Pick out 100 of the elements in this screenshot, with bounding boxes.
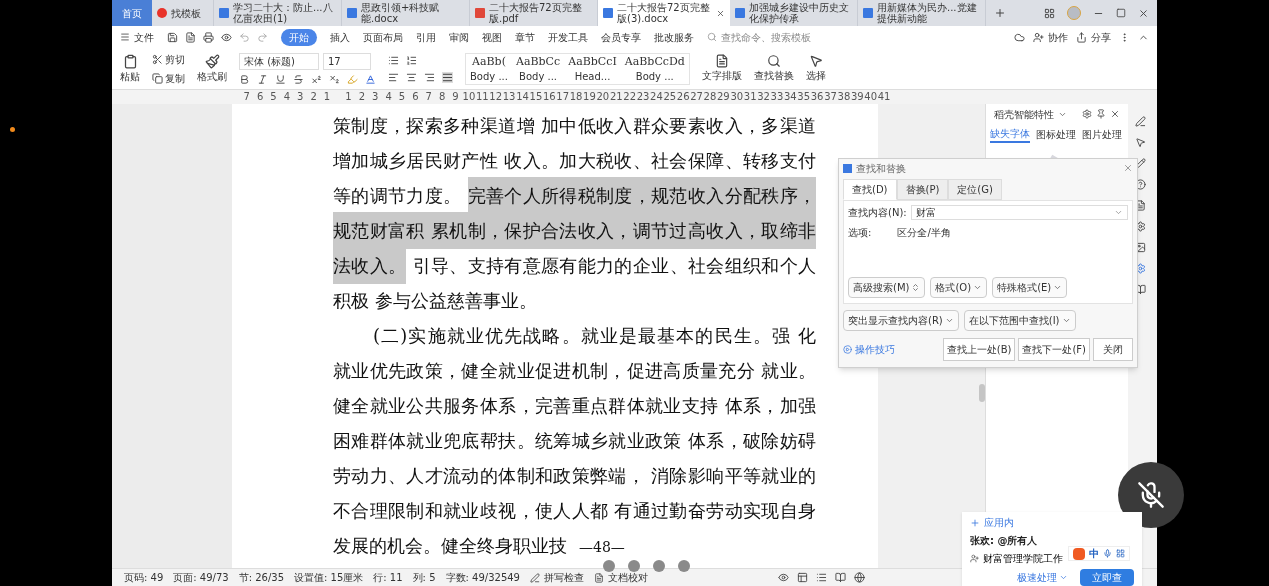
- style-preset[interactable]: AaBbCcDd Body ...: [620, 53, 689, 84]
- font-size-field[interactable]: 17: [323, 52, 371, 70]
- numbered-list-icon[interactable]: [406, 54, 417, 66]
- superscript-icon[interactable]: [311, 73, 322, 85]
- strikethrough-icon[interactable]: [293, 73, 304, 85]
- share-button[interactable]: 分享: [1091, 29, 1111, 45]
- ribbon-tab[interactable]: 引用: [416, 29, 436, 45]
- align-left-icon[interactable]: [388, 71, 399, 83]
- command-search-field[interactable]: 查找命令、搜索模板: [707, 29, 825, 45]
- file-menu[interactable]: 文件: [134, 29, 154, 45]
- ribbon-tab[interactable]: 开始: [281, 28, 317, 46]
- ribbon-tab[interactable]: 页面布局: [363, 29, 403, 45]
- dialog-tab[interactable]: 查找(D): [843, 179, 897, 200]
- ribbon-tab[interactable]: 开发工具: [548, 29, 588, 45]
- format-painter-button[interactable]: 格式刷: [197, 68, 227, 84]
- justify-icon[interactable]: [442, 71, 453, 83]
- cut-icon[interactable]: [152, 53, 163, 65]
- input-mode-text[interactable]: 中: [1089, 546, 1099, 561]
- panel-tab[interactable]: 图标处理: [1036, 126, 1076, 142]
- format-painter-icon[interactable]: [204, 53, 220, 69]
- close-icon[interactable]: [1123, 163, 1133, 173]
- keyboard-icon[interactable]: [1116, 549, 1125, 558]
- text-layout-icon[interactable]: [714, 54, 729, 68]
- highlight-results-button[interactable]: 突出显示查找内容(R): [843, 310, 959, 331]
- ribbon-tab[interactable]: 审阅: [449, 29, 469, 45]
- paste-icon[interactable]: [122, 53, 138, 69]
- panel-tab[interactable]: 缺失字体: [990, 125, 1030, 143]
- find-next-button[interactable]: 查找下一处(F): [1018, 338, 1090, 361]
- ribbon-tab[interactable]: 章节: [515, 29, 535, 45]
- find-previous-button[interactable]: 查找上一处(B): [942, 338, 1016, 361]
- style-preset[interactable]: AaBbCc Body ...: [511, 53, 565, 84]
- grid-icon[interactable]: [1044, 7, 1055, 19]
- copy-icon[interactable]: [152, 72, 163, 84]
- pointer-icon[interactable]: [1134, 137, 1146, 148]
- find-field[interactable]: 财富: [910, 205, 1128, 220]
- italic-icon[interactable]: [257, 73, 268, 85]
- cloud-icon[interactable]: [1014, 31, 1025, 43]
- pen-icon[interactable]: [1134, 116, 1146, 127]
- select-icon[interactable]: [808, 54, 823, 68]
- bold-icon[interactable]: [239, 73, 250, 85]
- save-icon[interactable]: [167, 31, 178, 43]
- proofread-button[interactable]: 文档校对: [607, 570, 648, 585]
- new-tab-icon[interactable]: [994, 7, 1006, 19]
- panel-title[interactable]: 稻壳智能特性: [994, 106, 1054, 122]
- spell-check-icon[interactable]: [529, 572, 540, 583]
- quick-process-link[interactable]: 极速处理: [1017, 570, 1057, 585]
- close-icon[interactable]: [1138, 7, 1149, 19]
- search-scope-button[interactable]: 在以下范围中查找(I): [963, 310, 1076, 331]
- view-now-button[interactable]: 立即查: [1080, 569, 1134, 586]
- ribbon-tab[interactable]: 会员专享: [601, 29, 641, 45]
- align-right-icon[interactable]: [424, 71, 435, 83]
- underline-icon[interactable]: [275, 73, 286, 85]
- eye-icon[interactable]: [777, 572, 789, 583]
- outline-view-icon[interactable]: [815, 572, 827, 583]
- font-color-icon[interactable]: [365, 73, 376, 85]
- preview-icon[interactable]: [221, 31, 232, 43]
- tips-link[interactable]: 操作技巧: [855, 342, 895, 357]
- scrollbar[interactable]: [979, 384, 985, 402]
- find-replace-icon[interactable]: [766, 54, 781, 68]
- bullet-list-icon[interactable]: [388, 54, 399, 66]
- mic-icon[interactable]: [1103, 549, 1112, 558]
- proofread-icon[interactable]: [593, 572, 604, 583]
- subscript-icon[interactable]: [329, 73, 340, 85]
- maximize-icon[interactable]: [1116, 8, 1126, 18]
- pin-icon[interactable]: [1096, 109, 1106, 119]
- text-layout-button[interactable]: 文字排版: [701, 68, 742, 83]
- page-view-icon[interactable]: [796, 572, 808, 583]
- close-icon[interactable]: [716, 8, 725, 18]
- align-center-icon[interactable]: [406, 71, 417, 83]
- close-button[interactable]: 关闭: [1093, 338, 1133, 361]
- advanced-search-button[interactable]: 高级搜索(M): [848, 277, 926, 298]
- collaborate-button[interactable]: 协作: [1048, 29, 1068, 45]
- export-icon[interactable]: [185, 31, 196, 43]
- settings-icon[interactable]: [1082, 109, 1092, 119]
- ribbon-tab[interactable]: 批改服务: [654, 29, 694, 45]
- sogou-icon[interactable]: [1073, 547, 1085, 560]
- style-preset[interactable]: AaBb( Body ...: [466, 53, 512, 84]
- ribbon-tab[interactable]: 插入: [330, 29, 350, 45]
- font-name-field[interactable]: 宋体 (标题): [239, 52, 319, 70]
- web-view-icon[interactable]: [853, 572, 865, 583]
- special-format-button[interactable]: 特殊格式(E): [992, 277, 1068, 298]
- cut-button[interactable]: 剪切: [165, 51, 185, 67]
- find-replace-button[interactable]: 查找替换: [753, 68, 794, 83]
- spell-check-button[interactable]: 拼写检查: [543, 570, 584, 585]
- print-icon[interactable]: [203, 31, 214, 43]
- close-icon[interactable]: [1110, 109, 1120, 119]
- collaborate-icon[interactable]: [1033, 31, 1044, 43]
- dialog-tab[interactable]: 定位(G): [948, 179, 1002, 200]
- copy-button[interactable]: 复制: [165, 70, 185, 86]
- style-preset[interactable]: AaBbCcI Head...: [564, 53, 621, 84]
- document-tab[interactable]: 二十大报告72页完整版(3).docx: [598, 0, 730, 26]
- share-icon[interactable]: [1076, 31, 1087, 43]
- document-tab[interactable]: 首页: [112, 0, 152, 26]
- paste-button[interactable]: 粘贴: [120, 68, 140, 84]
- format-button[interactable]: 格式(O): [930, 277, 988, 298]
- ribbon-tab[interactable]: 视图: [482, 29, 502, 45]
- dialog-tab[interactable]: 替换(P): [896, 179, 949, 200]
- select-button[interactable]: 选择: [805, 68, 826, 83]
- reading-view-icon[interactable]: [834, 572, 846, 583]
- panel-tab[interactable]: 图片处理: [1082, 126, 1122, 142]
